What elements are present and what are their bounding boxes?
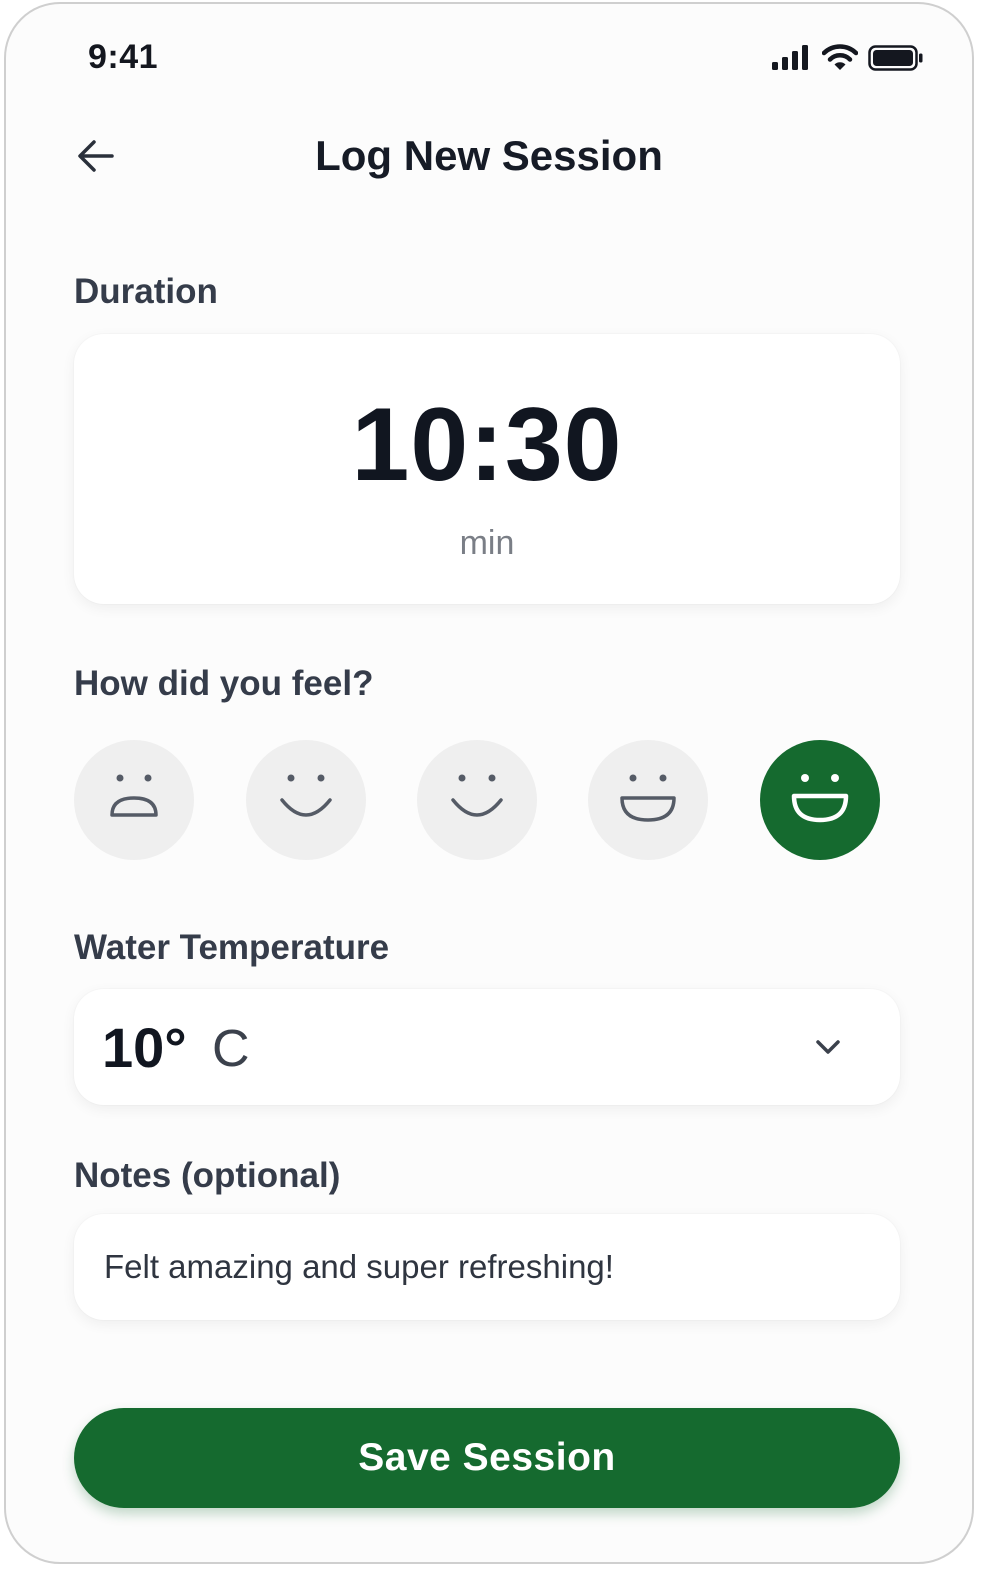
temperature-unit: C xyxy=(212,1020,250,1078)
save-session-button[interactable]: Save Session xyxy=(74,1408,900,1508)
mood-option-4[interactable] xyxy=(588,740,708,860)
battery-icon xyxy=(868,44,924,77)
duration-unit: min xyxy=(459,524,515,562)
big-grin-icon xyxy=(788,770,852,831)
notes-input[interactable] xyxy=(104,1214,864,1320)
page-title: Log New Session xyxy=(315,132,663,179)
duration-card[interactable]: 10:30 min xyxy=(74,334,900,604)
duration-value: 10:30 xyxy=(351,387,623,503)
notes-label: Notes (optional) xyxy=(74,1156,341,1195)
smile-icon xyxy=(274,770,338,831)
status-icons xyxy=(772,44,924,77)
mood-option-2[interactable] xyxy=(246,740,366,860)
feeling-label: How did you feel? xyxy=(74,664,374,703)
duration-label: Duration xyxy=(74,272,218,311)
temperature-select[interactable]: 10° C xyxy=(74,989,900,1105)
signal-icon xyxy=(772,45,812,76)
header: Log New Session xyxy=(6,122,972,194)
notes-card xyxy=(74,1214,900,1320)
status-bar: 9:41 xyxy=(6,4,972,104)
frown-icon xyxy=(102,770,166,831)
chevron-down-icon[interactable] xyxy=(812,1031,844,1063)
temperature-label: Water Temperature xyxy=(74,928,390,967)
smile-icon xyxy=(445,770,509,831)
mood-option-1[interactable] xyxy=(74,740,194,860)
mood-option-5-selected[interactable] xyxy=(760,740,880,860)
status-time: 9:41 xyxy=(88,38,159,76)
grin-icon xyxy=(616,770,680,831)
wifi-icon xyxy=(821,44,859,77)
phone-frame: 9:41 Log New Session Duration 10:30 min … xyxy=(4,2,974,1564)
mood-option-3[interactable] xyxy=(417,740,537,860)
temperature-value: 10° xyxy=(102,1016,187,1079)
mood-selector xyxy=(74,740,884,862)
